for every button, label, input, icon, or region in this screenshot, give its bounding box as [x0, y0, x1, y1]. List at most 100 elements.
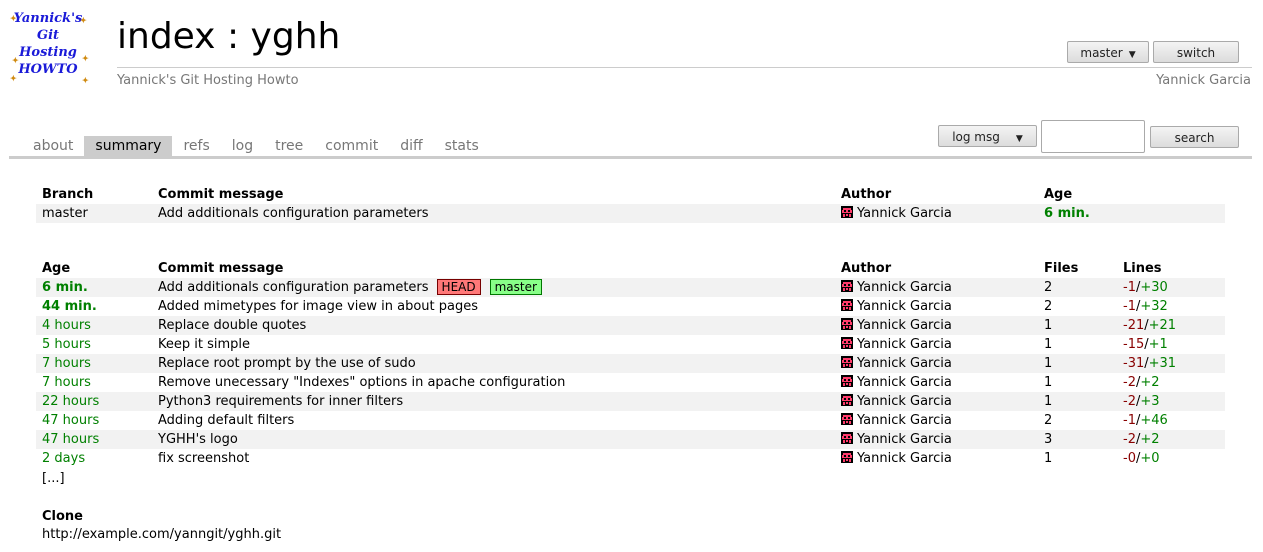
tab-diff[interactable]: diff — [389, 136, 433, 156]
branch-select[interactable]: master ▼ — [1067, 41, 1149, 63]
branch-select-value: master — [1080, 46, 1123, 60]
commit-message-link[interactable]: Replace root prompt by the use of sudo — [158, 356, 416, 371]
author-name: Yannick Garcia — [857, 318, 952, 333]
commit-message-cell: Added mimetypes for image view in about … — [152, 297, 835, 316]
lines-changed: -2/+3 — [1117, 392, 1225, 411]
column-header: Files — [1044, 261, 1079, 276]
commit-log-table: Age Commit message Author Files Lines 6 … — [36, 260, 1225, 468]
commit-message-link[interactable]: Replace double quotes — [158, 318, 306, 333]
files-count: 1 — [1038, 316, 1117, 335]
commit-message-link[interactable]: Remove unecessary "Indexes" options in a… — [158, 375, 565, 390]
title-separator: : — [226, 16, 240, 57]
commit-message-link[interactable]: YGHH's logo — [158, 432, 238, 447]
insertions-count: +30 — [1140, 280, 1168, 295]
table-row[interactable]: 44 min. Added mimetypes for image view in… — [36, 297, 1225, 316]
author-cell: Yannick Garcia — [835, 316, 1038, 335]
commit-message-link[interactable]: Add additionals configuration parameters — [152, 204, 835, 223]
avatar-icon — [841, 280, 853, 292]
tab-refs[interactable]: refs — [172, 136, 220, 156]
clone-url-link[interactable]: http://example.com/yanngit/yghh.git — [42, 527, 281, 542]
index-link[interactable]: index — [117, 16, 216, 57]
branch-badge[interactable]: master — [489, 279, 542, 295]
table-header-row: Branch Commit message Author Age — [36, 186, 1225, 204]
commit-message-link[interactable]: fix screenshot — [158, 451, 249, 466]
tab-commit[interactable]: commit — [314, 136, 389, 156]
lines-changed: -1/+32 — [1123, 299, 1168, 314]
table-row[interactable]: 47 hours Adding default filters Yannick Ga… — [36, 411, 1225, 430]
author-cell: Yannick Garcia — [835, 354, 1038, 373]
table-row[interactable]: 7 hours Remove unecessary "Indexes" optio… — [36, 373, 1225, 392]
files-count: 1 — [1044, 375, 1053, 390]
lines-changed: -2/+2 — [1123, 375, 1160, 390]
insertions-count: +3 — [1140, 394, 1160, 409]
repo-description: Yannick's Git Hosting Howto — [117, 73, 299, 88]
table-row[interactable]: 7 hours Replace root prompt by the use of… — [36, 354, 1225, 373]
commit-message-link[interactable]: Added mimetypes for image view in about … — [158, 299, 478, 314]
author-cell: Yannick Garcia — [835, 430, 1038, 449]
column-header: Author — [841, 187, 892, 202]
avatar-icon — [841, 299, 853, 311]
author-cell: Yannick Garcia — [835, 392, 1038, 411]
age-value: 2 days — [42, 451, 86, 466]
insertions-count: +46 — [1140, 413, 1168, 428]
column-header: Commit message — [158, 187, 284, 202]
insertions-count: +32 — [1140, 299, 1168, 314]
search-mode-value: log msg — [952, 130, 1000, 144]
tab-tree[interactable]: tree — [264, 136, 314, 156]
age-value: 7 hours — [36, 354, 152, 373]
avatar-icon — [841, 337, 853, 349]
commit-message-link[interactable]: Keep it simple — [158, 337, 250, 352]
column-header: Age — [42, 261, 71, 276]
commit-message-link[interactable]: Add additionals configuration parameters — [158, 280, 429, 295]
switch-button[interactable]: switch — [1153, 41, 1239, 63]
age-value: 6 min. — [1038, 204, 1225, 223]
author-name: Yannick Garcia — [857, 451, 952, 466]
site-logo[interactable]: ✦ ✦ ✦ ✦ ✦ ✦ Yannick's Git Hosting HOWTO — [8, 10, 89, 90]
tab-log[interactable]: log — [221, 136, 264, 156]
table-row[interactable]: 5 hours Keep it simple Yannick Garcia 1 -15/… — [36, 335, 1225, 354]
insertions-count: +1 — [1148, 337, 1168, 352]
author-cell: Yannick Garcia — [835, 278, 1038, 297]
deletions-count: -1 — [1123, 413, 1136, 428]
search-input[interactable] — [1041, 120, 1145, 153]
author-cell: Yannick Garcia — [835, 204, 1038, 223]
avatar-icon — [841, 375, 853, 387]
search-mode-select[interactable]: log msg ▼ — [938, 125, 1037, 147]
more-commits-link[interactable]: [...] — [42, 471, 65, 486]
table-row[interactable]: 47 hours YGHH's logo Yannick Garcia 3 -2/+2 — [36, 430, 1225, 449]
lines-changed: -2/+2 — [1117, 430, 1225, 449]
lines-changed: -1/+46 — [1123, 413, 1168, 428]
files-count: 1 — [1038, 392, 1117, 411]
author-name: Yannick Garcia — [857, 432, 952, 447]
branch-name-link[interactable]: master — [36, 204, 152, 223]
commit-log-body: 6 min. Add additionals configuration para… — [36, 278, 1225, 468]
repo-owner: Yannick Garcia — [1156, 73, 1251, 88]
repo-name-link[interactable]: yghh — [251, 16, 341, 57]
table-row[interactable]: 4 hours Replace double quotes Yannick Garc… — [36, 316, 1225, 335]
column-header: Commit message — [158, 261, 284, 276]
files-count: 2 — [1044, 299, 1053, 314]
table-row[interactable]: 2 days fix screenshot Yannick Garcia 1 -0/+0 — [36, 449, 1225, 468]
tab-about[interactable]: about — [22, 136, 84, 156]
tab-summary[interactable]: summary — [84, 136, 173, 156]
commit-message-cell: Replace double quotes — [152, 316, 835, 335]
lines-changed: -0/+0 — [1123, 451, 1160, 466]
table-row[interactable]: master Add additionals configuration par… — [36, 204, 1225, 223]
age-value: 4 hours — [36, 316, 152, 335]
table-row[interactable]: 6 min. Add additionals configuration para… — [36, 278, 1225, 297]
author-cell: Yannick Garcia — [835, 449, 1038, 468]
head-badge[interactable]: HEAD — [436, 279, 481, 295]
commit-message-cell: Add additionals configuration parameters… — [152, 278, 835, 297]
deletions-count: -0 — [1123, 451, 1136, 466]
author-name: Yannick Garcia — [857, 375, 952, 390]
author-cell: Yannick Garcia — [835, 411, 1038, 430]
deletions-count: -15 — [1123, 337, 1145, 352]
search-button[interactable]: search — [1150, 126, 1239, 148]
files-count: 2 — [1038, 278, 1117, 297]
age-value: 47 hours — [42, 413, 100, 428]
tab-stats[interactable]: stats — [434, 136, 490, 156]
author-name: Yannick Garcia — [857, 413, 952, 428]
table-row[interactable]: 22 hours Python3 requirements for inner f… — [36, 392, 1225, 411]
commit-message-link[interactable]: Adding default filters — [158, 413, 294, 428]
commit-message-link[interactable]: Python3 requirements for inner filters — [158, 394, 403, 409]
